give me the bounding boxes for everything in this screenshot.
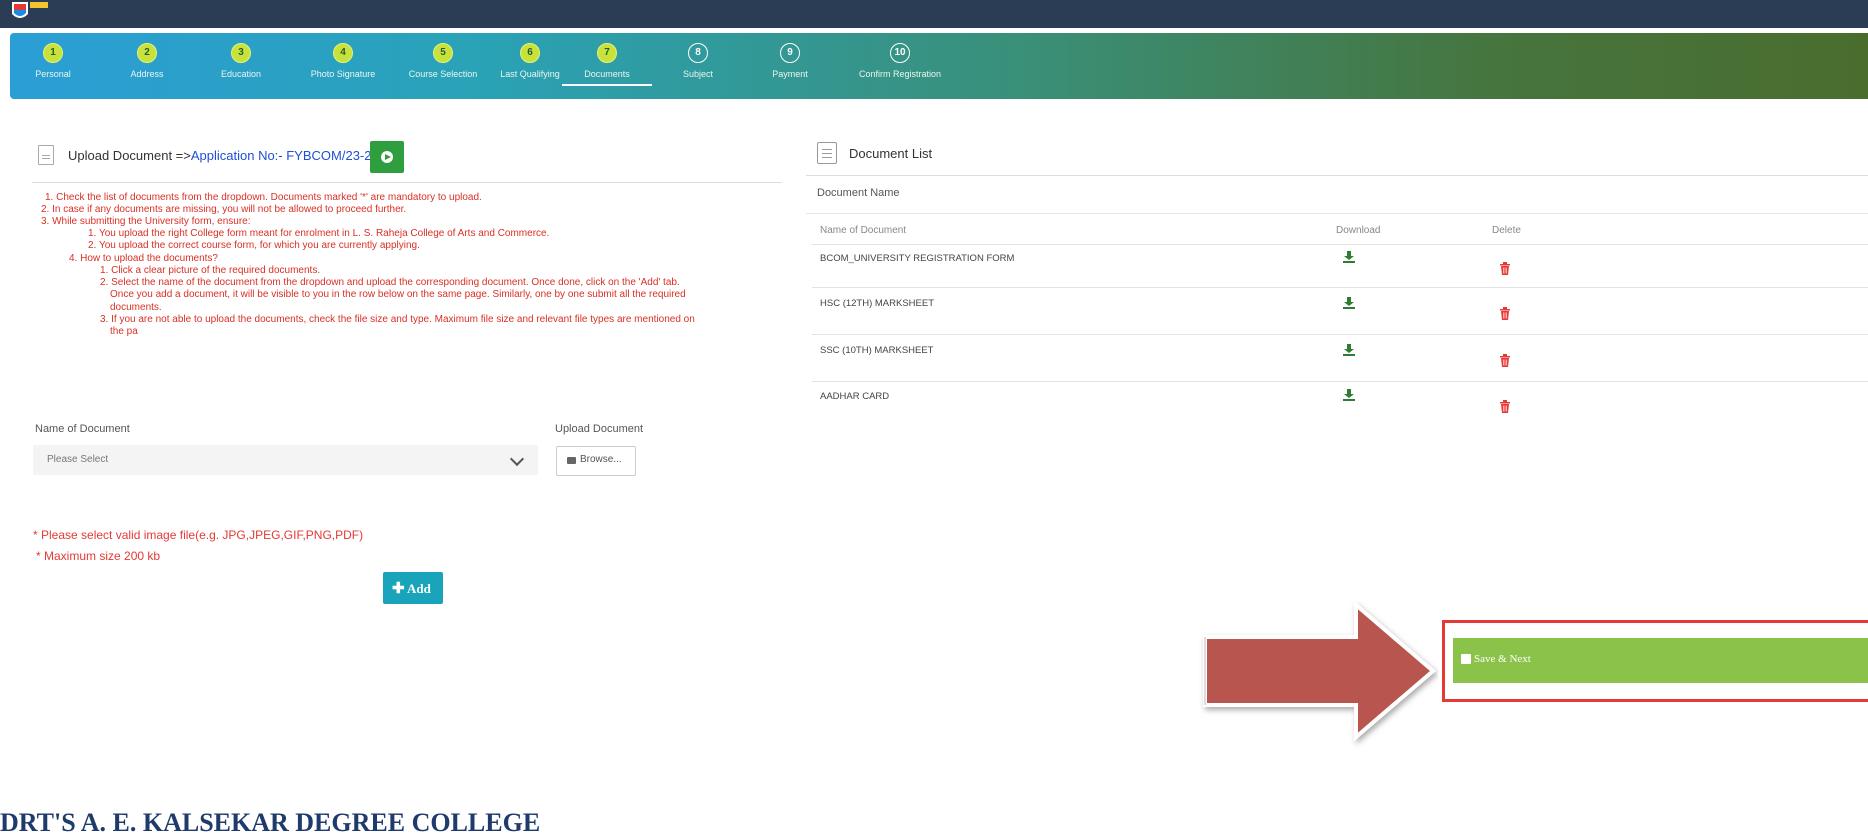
trash-icon[interactable] [1499, 400, 1511, 413]
floppy-disk-icon [1461, 654, 1471, 664]
step-number: 8 [688, 43, 708, 63]
step-number: 2 [137, 43, 157, 63]
document-row-name: HSC (12TH) MARKSHEET [820, 298, 935, 309]
instruction-line: 3. While submitting the University form,… [41, 216, 251, 227]
save-and-next-label: Save & Next [1474, 653, 1531, 665]
step-number: 6 [520, 43, 540, 63]
step-photo-signature[interactable]: 4 Photo Signature [293, 43, 393, 79]
download-icon[interactable] [1343, 389, 1355, 401]
document-type-select[interactable]: Please Select [33, 445, 538, 475]
pointer-arrow-icon [1203, 601, 1437, 742]
application-number: Application No:- FYBCOM/23-24/2 [190, 147, 390, 163]
instruction-line: 1. Click a clear picture of the required… [100, 265, 321, 276]
instruction-line: 3. If you are not able to upload the doc… [100, 314, 695, 325]
step-number: 1 [43, 43, 63, 63]
trash-icon[interactable] [1499, 262, 1511, 275]
instruction-line: documents. [110, 302, 162, 313]
document-list-title: Document List [849, 145, 933, 161]
document-row-name: SSC (10TH) MARKSHEET [820, 345, 934, 356]
file-type-note: * Please select valid image file(e.g. JP… [33, 528, 364, 542]
row-divider [812, 244, 1868, 245]
document-list-header: Document List [817, 142, 932, 164]
step-subject[interactable]: 8 Subject [668, 43, 728, 79]
upload-document-header: Upload Document =>Application No:- FYBCO… [38, 145, 390, 165]
document-row-name: AADHAR CARD [820, 391, 890, 402]
plus-icon: ✚ [392, 581, 405, 597]
instruction-line: 2. In case if any documents are missing,… [41, 204, 407, 215]
step-payment[interactable]: 9 Payment [760, 43, 820, 79]
row-divider [812, 287, 1868, 288]
step-number: 9 [780, 43, 800, 63]
college-name: DRT'S A. E. KALSEKAR DEGREE COLLEGE [0, 808, 541, 837]
step-documents[interactable]: 7 Documents [562, 43, 652, 86]
step-label: Payment [772, 69, 808, 79]
step-number: 10 [890, 43, 910, 63]
top-bar [0, 0, 1868, 28]
add-button[interactable]: ✚ Add [383, 572, 443, 604]
list-icon [817, 142, 837, 164]
registration-stepper: 1 Personal 2 Address 3 Education 4 Photo… [10, 33, 1868, 99]
upload-document-label: Upload Document [555, 423, 644, 435]
row-divider [812, 381, 1868, 382]
college-logo [12, 2, 48, 18]
add-label: Add [407, 581, 431, 596]
step-label: Personal [35, 69, 71, 79]
column-header-name: Name of Document [820, 225, 907, 236]
select-placeholder: Please Select [47, 454, 109, 465]
step-number: 7 [597, 43, 617, 63]
browse-button[interactable]: Browse... [556, 446, 636, 476]
step-number: 5 [433, 43, 453, 63]
trash-icon[interactable] [1499, 354, 1511, 367]
instruction-line: 1. Check the list of documents from the … [45, 192, 482, 203]
step-education[interactable]: 3 Education [206, 43, 276, 79]
download-icon[interactable] [1343, 251, 1355, 263]
step-address[interactable]: 2 Address [122, 43, 172, 79]
document-icon [38, 145, 54, 165]
save-and-next-button[interactable]: Save & Next [1453, 638, 1868, 683]
step-label: Address [130, 69, 164, 79]
document-row-name: BCOM_UNIVERSITY REGISTRATION FORM [820, 253, 1015, 264]
step-personal[interactable]: 1 Personal [28, 43, 78, 79]
upload-title: Upload Document =>Application No:- FYBCO… [68, 148, 390, 163]
max-size-note: * Maximum size 200 kb [36, 549, 161, 563]
download-icon[interactable] [1343, 344, 1355, 356]
step-label: Photo Signature [310, 69, 376, 79]
divider [806, 213, 1868, 214]
folder-icon [567, 457, 576, 464]
download-icon[interactable] [1343, 297, 1355, 309]
step-confirm-registration[interactable]: 10 Confirm Registration [845, 43, 955, 79]
step-label: Documents [562, 69, 652, 86]
column-header-download: Download [1336, 225, 1381, 236]
play-circle-button[interactable] [370, 141, 404, 173]
instruction-line: 2. Select the name of the document from … [100, 277, 680, 288]
document-name-label: Document Name [817, 187, 900, 199]
trash-icon[interactable] [1499, 307, 1511, 320]
step-number: 4 [333, 43, 353, 63]
divider [32, 182, 782, 183]
step-label: Subject [682, 69, 714, 79]
step-label: Confirm Registration [858, 69, 942, 79]
row-divider [812, 334, 1868, 335]
divider [806, 175, 1868, 176]
name-of-document-label: Name of Document [35, 423, 130, 435]
column-header-delete: Delete [1492, 225, 1521, 236]
chevron-down-icon [509, 451, 525, 467]
step-number: 3 [231, 43, 251, 63]
instruction-line: Once you add a document, it will be visi… [110, 289, 686, 300]
instruction-line: 2. You upload the correct course form, f… [88, 240, 420, 251]
upload-title-prefix: Upload Document => [68, 147, 191, 163]
browse-label: Browse... [580, 454, 622, 465]
instruction-line: 1. You upload the right College form mea… [88, 228, 550, 239]
step-label: Education [220, 69, 262, 79]
instruction-line: 4. How to upload the documents? [69, 253, 218, 264]
instruction-line: the pa [110, 326, 138, 337]
